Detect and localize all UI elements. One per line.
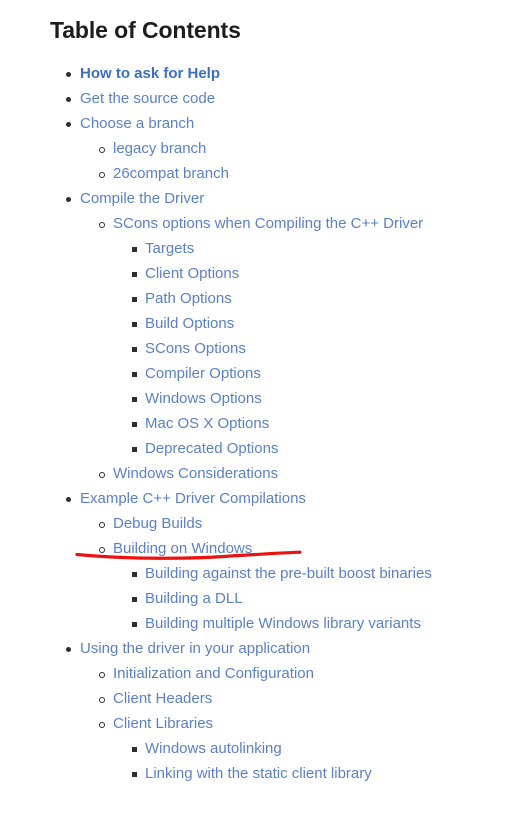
toc-item: legacy branch <box>0 138 530 163</box>
square-bullet-icon <box>132 347 137 352</box>
toc-item: Compiler Options <box>0 363 530 388</box>
square-bullet-icon <box>132 272 137 277</box>
toc-item: 26compat branch <box>0 163 530 188</box>
toc-link[interactable]: Initialization and Configuration <box>113 663 314 684</box>
square-bullet-icon <box>132 372 137 377</box>
toc-item: Client Headers <box>0 688 530 713</box>
square-bullet-icon <box>132 247 137 252</box>
toc-item: Mac OS X Options <box>0 413 530 438</box>
square-bullet-icon <box>132 597 137 602</box>
toc-link[interactable]: Path Options <box>145 288 232 309</box>
toc-list: How to ask for Help Get the source code Ch… <box>0 63 530 788</box>
toc-item: Building a DLL <box>0 588 530 613</box>
toc-link[interactable]: Building a DLL <box>145 588 243 609</box>
toc-item: Deprecated Options <box>0 438 530 463</box>
toc-item: Path Options <box>0 288 530 313</box>
circle-bullet-icon <box>99 722 105 728</box>
toc-link[interactable]: Choose a branch <box>80 113 194 134</box>
toc-item: Windows Considerations <box>0 463 530 488</box>
square-bullet-icon <box>132 622 137 627</box>
circle-bullet-icon <box>99 147 105 153</box>
toc-link[interactable]: Deprecated Options <box>145 438 278 459</box>
square-bullet-icon <box>132 297 137 302</box>
toc-link[interactable]: Building against the pre-built boost bin… <box>145 563 432 584</box>
toc-item: Building against the pre-built boost bin… <box>0 563 530 588</box>
toc-item: Windows Options <box>0 388 530 413</box>
toc-item: How to ask for Help <box>0 63 530 88</box>
square-bullet-icon <box>132 772 137 777</box>
toc-link[interactable]: Targets <box>145 238 194 259</box>
disc-bullet-icon <box>66 97 71 102</box>
toc-link[interactable]: 26compat branch <box>113 163 229 184</box>
toc-link[interactable]: SCons options when Compiling the C++ Dri… <box>113 213 423 234</box>
circle-bullet-icon <box>99 697 105 703</box>
square-bullet-icon <box>132 422 137 427</box>
toc-link[interactable]: SCons Options <box>145 338 246 359</box>
toc-item: SCons Options <box>0 338 530 363</box>
toc-item: Linking with the static client library <box>0 763 530 788</box>
toc-item: Choose a branch <box>0 113 530 138</box>
toc-link[interactable]: Get the source code <box>80 88 215 109</box>
toc-link[interactable]: Using the driver in your application <box>80 638 310 659</box>
toc-link[interactable]: How to ask for Help <box>80 63 220 84</box>
square-bullet-icon <box>132 397 137 402</box>
toc-item: SCons options when Compiling the C++ Dri… <box>0 213 530 238</box>
toc-link[interactable]: Client Libraries <box>113 713 213 734</box>
disc-bullet-icon <box>66 122 71 127</box>
circle-bullet-icon <box>99 547 105 553</box>
toc-link[interactable]: Linking with the static client library <box>145 763 372 784</box>
disc-bullet-icon <box>66 497 71 502</box>
toc-link[interactable]: Windows Options <box>145 388 262 409</box>
toc-link[interactable]: Building on Windows <box>113 538 252 559</box>
square-bullet-icon <box>132 747 137 752</box>
disc-bullet-icon <box>66 72 71 77</box>
disc-bullet-icon <box>66 647 71 652</box>
toc-item: Debug Builds <box>0 513 530 538</box>
toc-item: Building on Windows <box>0 538 530 563</box>
toc-link[interactable]: Client Headers <box>113 688 212 709</box>
square-bullet-icon <box>132 447 137 452</box>
toc-item: Targets <box>0 238 530 263</box>
circle-bullet-icon <box>99 522 105 528</box>
circle-bullet-icon <box>99 472 105 478</box>
toc-link[interactable]: Compiler Options <box>145 363 261 384</box>
toc-item: Windows autolinking <box>0 738 530 763</box>
toc-link[interactable]: Debug Builds <box>113 513 202 534</box>
toc-page: Table of Contents How to ask for Help Get… <box>0 0 530 813</box>
toc-item: Compile the Driver <box>0 188 530 213</box>
toc-link[interactable]: Building multiple Windows library varian… <box>145 613 421 634</box>
toc-link[interactable]: legacy branch <box>113 138 206 159</box>
toc-link[interactable]: Windows Considerations <box>113 463 278 484</box>
toc-item: Client Libraries <box>0 713 530 738</box>
toc-item: Building multiple Windows library varian… <box>0 613 530 638</box>
toc-item: Using the driver in your application <box>0 638 530 663</box>
toc-link[interactable]: Client Options <box>145 263 239 284</box>
toc-link[interactable]: Compile the Driver <box>80 188 204 209</box>
circle-bullet-icon <box>99 222 105 228</box>
toc-link[interactable]: Windows autolinking <box>145 738 282 759</box>
square-bullet-icon <box>132 322 137 327</box>
page-title: Table of Contents <box>50 17 241 43</box>
toc-link[interactable]: Mac OS X Options <box>145 413 269 434</box>
square-bullet-icon <box>132 572 137 577</box>
circle-bullet-icon <box>99 672 105 678</box>
toc-link[interactable]: Example C++ Driver Compilations <box>80 488 306 509</box>
toc-item: Build Options <box>0 313 530 338</box>
toc-item: Example C++ Driver Compilations <box>0 488 530 513</box>
circle-bullet-icon <box>99 172 105 178</box>
table-of-contents: How to ask for Help Get the source code Ch… <box>0 63 530 788</box>
toc-link[interactable]: Build Options <box>145 313 234 334</box>
disc-bullet-icon <box>66 197 71 202</box>
toc-item: Initialization and Configuration <box>0 663 530 688</box>
toc-item: Client Options <box>0 263 530 288</box>
toc-item: Get the source code <box>0 88 530 113</box>
